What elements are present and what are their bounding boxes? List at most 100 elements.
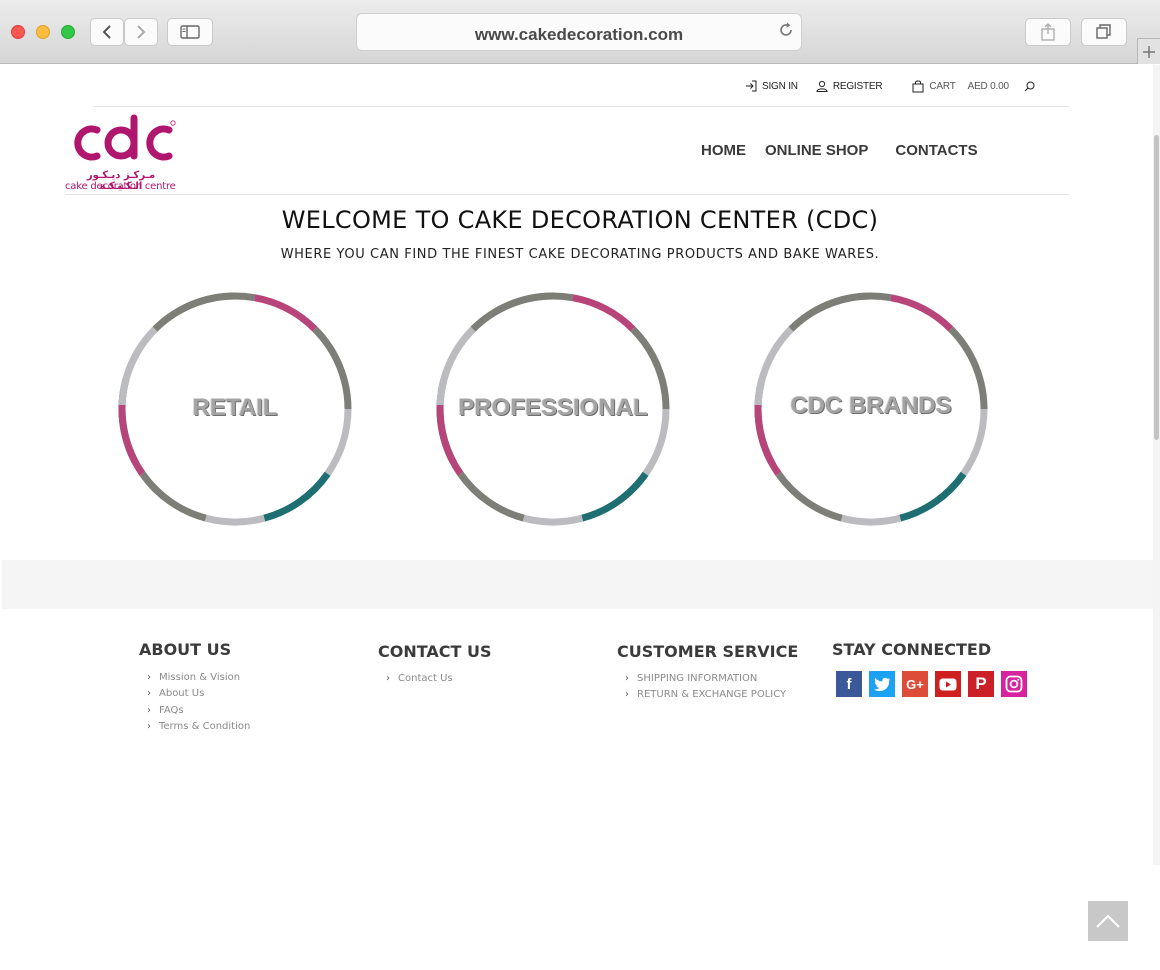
share-button[interactable] xyxy=(1025,18,1071,46)
sign-in-icon xyxy=(746,80,757,92)
footer-link-about-us[interactable]: › About Us xyxy=(139,686,250,703)
facebook-icon[interactable]: f xyxy=(836,671,862,697)
top-utility-bar: SIGN IN REGISTER CART AED 0.00 xyxy=(745,78,1035,94)
close-window-button[interactable] xyxy=(11,25,25,39)
forward-button[interactable] xyxy=(124,18,158,46)
back-button[interactable] xyxy=(90,18,124,46)
ring-segment xyxy=(581,471,649,522)
category-cdc-brands[interactable]: CDC BRANDS xyxy=(752,290,990,528)
welcome-subtitle: WHERE YOU CAN FIND THE FINEST CAKE DECOR… xyxy=(280,247,880,262)
browser-chrome: www.cakedecoration.com xyxy=(0,0,1160,64)
footer-about: ABOUT US › Mission & Vision › About Us › FA… xyxy=(139,640,250,735)
register-label: REGISTER xyxy=(832,80,883,92)
ring-segment xyxy=(788,292,872,332)
footer-heading: ABOUT US xyxy=(139,640,232,659)
search-icon xyxy=(1024,81,1035,91)
ring-segment xyxy=(440,308,499,381)
sign-in-label: SIGN IN xyxy=(762,80,798,92)
cdc-logo-mark xyxy=(74,114,176,161)
back-to-top-button[interactable] xyxy=(1088,901,1128,941)
footer-link-terms[interactable]: › Terms & Condition xyxy=(139,719,250,736)
tabs-overview-button[interactable] xyxy=(1081,18,1127,46)
ring-segment xyxy=(253,294,318,332)
footer-link-contact-us[interactable]: › Contact Us xyxy=(378,670,492,687)
chevron-right-icon: › xyxy=(147,721,151,733)
ring-segment xyxy=(889,294,954,332)
reload-button[interactable] xyxy=(777,21,795,44)
header-divider-top xyxy=(93,106,1069,107)
ring-segment xyxy=(204,514,266,526)
zoom-window-button[interactable] xyxy=(61,25,75,39)
chevron-right-icon: › xyxy=(147,688,151,700)
category-label: CDC BRANDS xyxy=(790,392,952,419)
scrollbar-thumb[interactable] xyxy=(1154,135,1159,440)
twitter-bird-icon xyxy=(874,677,890,691)
ring-segment xyxy=(522,514,584,526)
cart-label: CART xyxy=(929,80,956,92)
search-button[interactable] xyxy=(1024,81,1035,92)
ring-segment xyxy=(152,292,236,332)
share-icon xyxy=(1041,23,1055,41)
ring-segment xyxy=(571,294,636,332)
register-link[interactable]: REGISTER xyxy=(816,80,883,92)
footer-link-mission[interactable]: › Mission & Vision xyxy=(139,669,250,686)
minimize-window-button[interactable] xyxy=(36,25,50,39)
pinterest-icon[interactable]: P xyxy=(968,671,994,697)
play-icon xyxy=(939,678,957,690)
category-professional[interactable]: PROFESSIONAL xyxy=(434,290,672,528)
footer-social: STAY CONNECTED f G+ P xyxy=(832,640,1027,697)
sidebar-icon xyxy=(180,25,200,39)
footer-link-returns[interactable]: › RETURN & EXCHANGE POLICY xyxy=(617,687,798,704)
category-label: RETAIL xyxy=(192,394,278,421)
header-divider-bottom xyxy=(65,194,1069,195)
footer-heading: STAY CONNECTED xyxy=(832,640,992,659)
cart-total: AED 0.00 xyxy=(967,80,1009,92)
ring-segment xyxy=(775,471,843,522)
ring-segment xyxy=(758,308,817,381)
sidebar-toggle-button[interactable] xyxy=(167,18,213,46)
instagram-icon[interactable] xyxy=(1001,671,1027,697)
chevron-right-icon: › xyxy=(625,689,629,701)
footer-link-faqs[interactable]: › FAQs xyxy=(139,702,250,719)
ring-segment xyxy=(899,471,967,522)
tabs-icon xyxy=(1096,24,1111,39)
ring-segment xyxy=(139,471,207,522)
footer-contact: CONTACT US › Contact Us xyxy=(378,642,492,687)
chevron-right-icon: › xyxy=(147,704,151,716)
nav-home[interactable]: HOME xyxy=(701,142,746,159)
footer-heading: CUSTOMER SERVICE xyxy=(617,642,799,661)
url-text: www.cakedecoration.com xyxy=(474,25,684,44)
logo-english-text: cake decoration centre xyxy=(65,181,176,192)
scrollbar[interactable] xyxy=(1153,65,1160,865)
chevron-left-icon xyxy=(102,25,111,39)
google-plus-icon[interactable]: G+ xyxy=(902,671,928,697)
nav-online-shop[interactable]: ONLINE SHOP xyxy=(765,142,868,159)
category-label: PROFESSIONAL xyxy=(458,394,648,421)
chevron-right-icon: › xyxy=(147,671,151,683)
address-bar[interactable]: www.cakedecoration.com xyxy=(356,13,802,51)
footer-separator-band xyxy=(2,560,1153,609)
sign-in-link[interactable]: SIGN IN xyxy=(745,80,798,92)
camera-icon xyxy=(1005,675,1023,693)
youtube-icon[interactable] xyxy=(935,671,961,697)
category-retail[interactable]: RETAIL xyxy=(116,290,354,528)
footer-heading: CONTACT US xyxy=(378,642,492,661)
ring-segment xyxy=(457,471,525,522)
twitter-icon[interactable] xyxy=(869,671,895,697)
welcome-title: WELCOME TO CAKE DECORATION CENTER (CDC) xyxy=(281,206,879,234)
main-nav: HOME ONLINE SHOP CONTACTS xyxy=(701,142,978,159)
shopping-bag-icon xyxy=(912,80,924,92)
cart-link[interactable]: CART xyxy=(912,80,956,93)
footer-customer-service: CUSTOMER SERVICE › SHIPPING INFORMATION ›… xyxy=(617,642,798,703)
chevron-right-icon xyxy=(137,25,146,39)
chevron-right-icon: › xyxy=(625,672,629,684)
plus-icon xyxy=(1143,45,1155,58)
chevron-up-icon xyxy=(1096,914,1120,928)
nav-contacts[interactable]: CONTACTS xyxy=(895,142,977,159)
new-tab-button[interactable] xyxy=(1137,38,1160,64)
reload-icon xyxy=(780,22,792,36)
footer-link-shipping[interactable]: › SHIPPING INFORMATION xyxy=(617,670,798,687)
ring-segment xyxy=(470,292,554,332)
chevron-right-icon: › xyxy=(386,672,390,684)
user-icon xyxy=(816,80,828,92)
